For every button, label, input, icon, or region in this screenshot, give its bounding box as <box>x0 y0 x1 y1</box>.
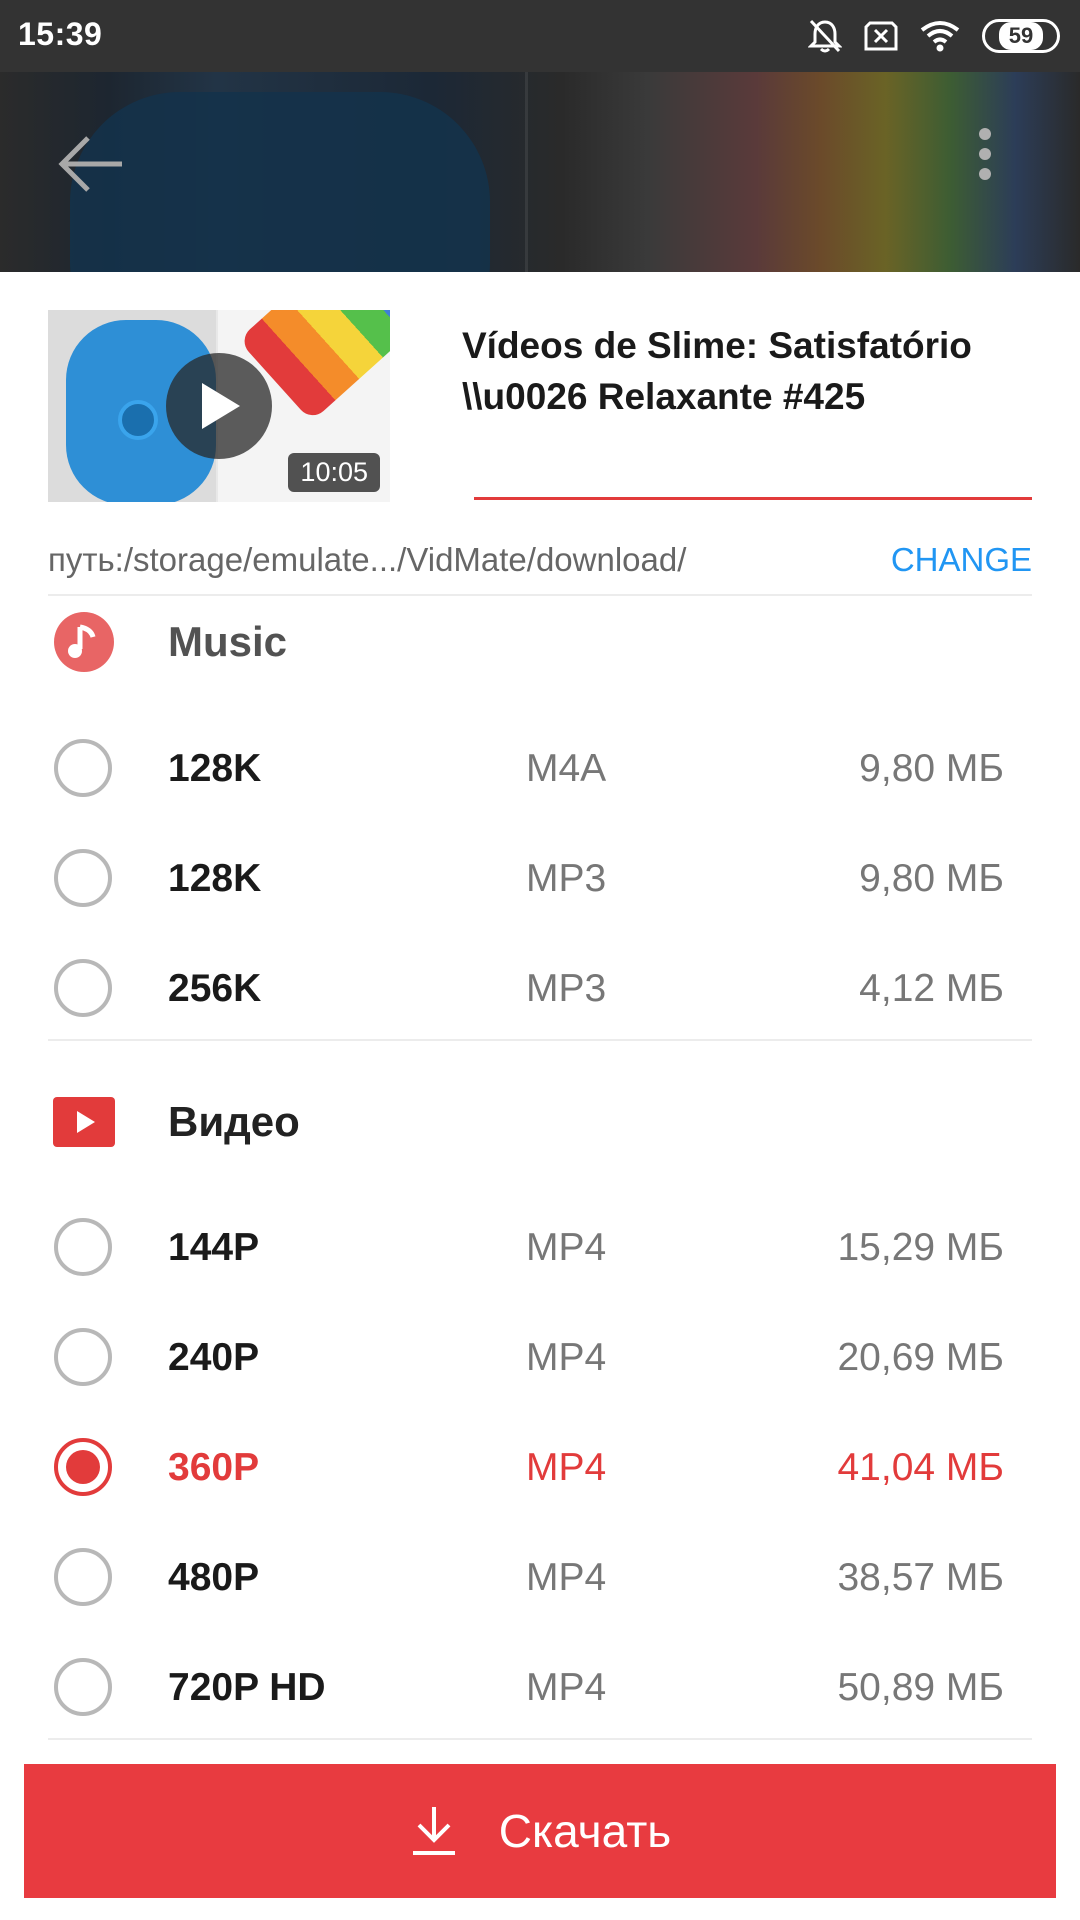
download-path-row: путь:/storage/emulate.../VidMate/downloa… <box>48 540 1032 596</box>
option-format: MP3 <box>526 967 607 1010</box>
bell-off-icon <box>808 19 842 53</box>
option-format: MP4 <box>526 1446 607 1489</box>
option-format: MP3 <box>526 857 607 900</box>
video-section-title: Видео <box>168 1098 300 1145</box>
play-button[interactable] <box>166 353 272 459</box>
preview-slime-shape <box>70 92 490 272</box>
wifi-icon <box>920 21 960 52</box>
option-size: 38,57 МБ <box>837 1556 1004 1599</box>
option-quality: 240P <box>168 1336 260 1379</box>
title-underline <box>474 497 1032 500</box>
video-option-row-selected[interactable]: 360P MP4 41,04 МБ <box>48 1412 1032 1522</box>
status-bar: 15:39 59 <box>0 0 1080 72</box>
battery-icon: 59 <box>982 19 1060 53</box>
option-size: 9,80 МБ <box>859 747 1004 790</box>
video-icon <box>53 1091 115 1153</box>
option-size: 9,80 МБ <box>859 857 1004 900</box>
battery-level: 59 <box>998 22 1044 50</box>
video-option-row[interactable]: 480P MP4 38,57 МБ <box>48 1522 1032 1632</box>
sim-off-icon <box>864 21 898 51</box>
video-title[interactable]: Vídeos de Slime: Satisfatório \\u0026 Re… <box>462 320 1042 422</box>
option-size: 15,29 МБ <box>837 1226 1004 1269</box>
option-size: 20,69 МБ <box>837 1336 1004 1379</box>
option-format: MP4 <box>526 1666 607 1709</box>
option-quality: 720P HD <box>168 1666 326 1709</box>
option-format: M4A <box>526 747 607 790</box>
music-icon <box>53 611 115 673</box>
option-quality: 128K <box>168 747 262 790</box>
radio-button[interactable] <box>54 1218 112 1276</box>
play-icon <box>202 383 240 429</box>
option-quality: 128K <box>168 857 262 900</box>
radio-button[interactable] <box>54 1548 112 1606</box>
option-format: MP4 <box>526 1556 607 1599</box>
video-thumbnail[interactable]: 10:05 <box>48 310 390 502</box>
list-bottom-divider <box>48 1738 1032 1740</box>
video-option-row[interactable]: 240P MP4 20,69 МБ <box>48 1302 1032 1412</box>
status-time: 15:39 <box>18 16 103 52</box>
more-options-button[interactable] <box>960 120 1010 200</box>
download-button[interactable]: Скачать <box>24 1764 1056 1898</box>
download-path: путь:/storage/emulate.../VidMate/downloa… <box>48 541 687 578</box>
option-size: 4,12 МБ <box>859 967 1004 1010</box>
download-icon <box>412 1807 455 1855</box>
radio-button[interactable] <box>54 1328 112 1386</box>
music-option-row[interactable]: 256K MP3 4,12 МБ <box>48 933 1032 1043</box>
music-option-row[interactable]: 128K M4A 9,80 МБ <box>48 713 1032 823</box>
change-path-button[interactable]: CHANGE <box>891 540 1032 580</box>
music-section-header: Music <box>48 602 1032 682</box>
option-format: MP4 <box>526 1226 607 1269</box>
video-preview-backdrop <box>0 72 1080 272</box>
download-label: Скачать <box>498 1805 672 1857</box>
video-section-header: Видео <box>48 1082 1032 1162</box>
option-format: MP4 <box>526 1336 607 1379</box>
radio-button[interactable] <box>54 849 112 907</box>
arrow-left-icon <box>58 136 122 192</box>
more-vertical-icon <box>979 128 991 180</box>
video-option-row[interactable]: 720P HD MP4 50,89 МБ <box>48 1632 1032 1742</box>
radio-button-selected[interactable] <box>54 1438 112 1496</box>
option-size: 50,89 МБ <box>837 1666 1004 1709</box>
video-duration: 10:05 <box>288 453 380 492</box>
option-quality: 360P <box>168 1446 260 1489</box>
back-button[interactable] <box>52 124 132 204</box>
option-quality: 480P <box>168 1556 260 1599</box>
option-quality: 256K <box>168 967 262 1010</box>
radio-button[interactable] <box>54 739 112 797</box>
music-option-row[interactable]: 128K MP3 9,80 МБ <box>48 823 1032 933</box>
radio-button[interactable] <box>54 1658 112 1716</box>
section-divider <box>48 1039 1032 1041</box>
option-size: 41,04 МБ <box>837 1446 1004 1489</box>
music-section-title: Music <box>168 618 288 665</box>
option-quality: 144P <box>168 1226 260 1269</box>
preview-divider <box>525 72 528 272</box>
download-sheet: 10:05 Vídeos de Slime: Satisfatório \\u0… <box>0 272 1080 1920</box>
radio-button[interactable] <box>54 959 112 1017</box>
status-icons: 59 <box>808 16 1060 56</box>
video-option-row[interactable]: 144P MP4 15,29 МБ <box>48 1192 1032 1302</box>
